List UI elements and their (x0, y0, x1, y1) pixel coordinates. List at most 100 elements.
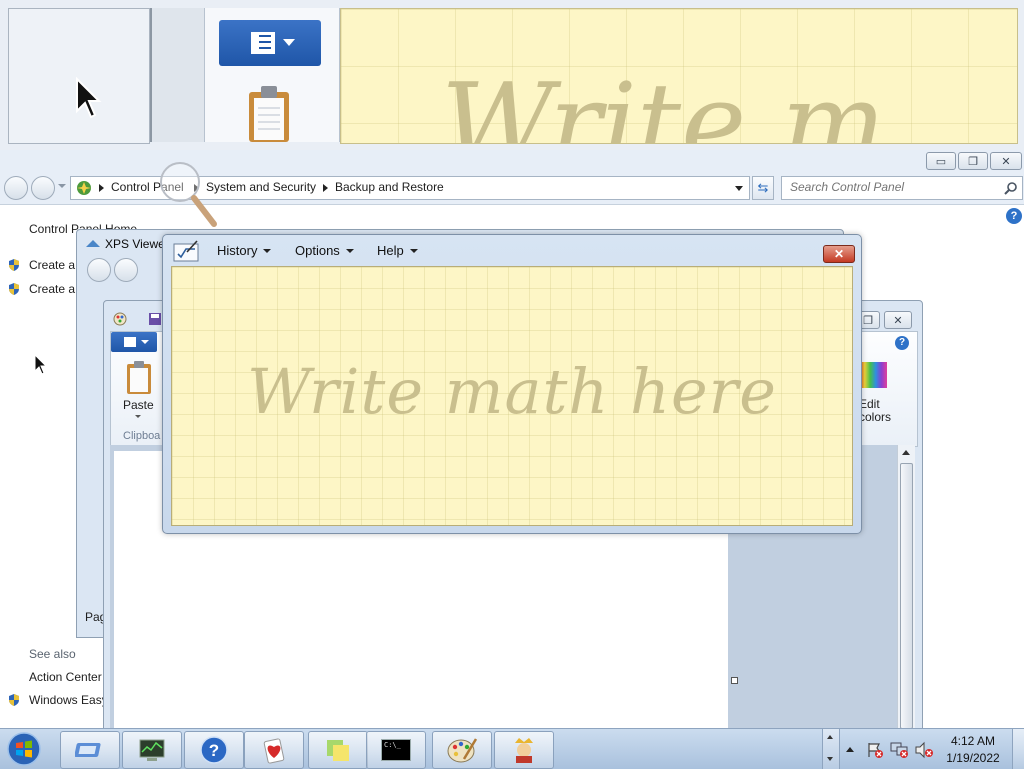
magnifier-left-pane (8, 8, 150, 144)
taskbar-remote-desktop[interactable] (60, 731, 120, 769)
save-icon[interactable] (148, 312, 162, 326)
history-menu-label: History (217, 243, 258, 258)
see-also-action-center[interactable]: Action Center (29, 670, 102, 684)
start-button[interactable] (4, 731, 44, 767)
canvas-resize-handle[interactable] (731, 677, 738, 684)
paint-close-button[interactable]: ✕ (884, 311, 912, 329)
see-also-windows-easy-transfer[interactable]: Windows Easy (29, 693, 108, 707)
help-menu[interactable]: Help (377, 243, 418, 258)
taskbar-command-prompt[interactable]: C:\_ (366, 731, 426, 769)
magnifier-ribbon (204, 8, 340, 142)
back-button[interactable] (4, 176, 28, 200)
magnifier-view: Write m (0, 0, 1024, 153)
network-disconnected-icon[interactable] (890, 741, 910, 759)
magnifier-lens-icon (160, 162, 217, 227)
sidebar-link-create-1[interactable]: Create a (29, 258, 75, 272)
paint-menu-button[interactable] (111, 332, 157, 352)
volume-muted-icon[interactable] (914, 741, 934, 759)
paint-help-icon[interactable]: ? (895, 336, 909, 350)
clipboard-icon (249, 86, 289, 142)
hearts-game-icon (263, 738, 285, 764)
taskbar-help[interactable]: ? (184, 731, 244, 769)
close-button[interactable]: ✕ (990, 152, 1022, 170)
paint-app-icon (113, 312, 127, 326)
write-math-placeholder: Write math here (247, 355, 777, 428)
help-menu-label: Help (377, 243, 404, 258)
math-input-panel-icon (173, 240, 199, 262)
sticky-notes-icon (327, 740, 349, 761)
forward-button[interactable] (31, 176, 55, 200)
taskbar-task-manager[interactable] (122, 731, 182, 769)
history-dropdown-icon (263, 249, 272, 253)
math-writing-pad[interactable]: Write math here (171, 266, 853, 526)
help-icon[interactable]: ? (1006, 208, 1022, 224)
help-and-support-icon: ? (200, 736, 228, 764)
remote-desktop-icon (75, 743, 101, 757)
taskbar-up-arrow-icon[interactable] (827, 735, 833, 739)
history-menu[interactable]: History (217, 243, 272, 258)
xps-back-button[interactable] (87, 258, 111, 282)
edit-colors-button-label[interactable]: Edit colors (859, 398, 893, 424)
mouse-cursor-icon (34, 354, 48, 375)
show-hidden-icons-icon[interactable] (846, 747, 854, 752)
command-prompt-icon: C:\_ (381, 739, 411, 761)
scroll-up-arrow-icon[interactable] (902, 450, 910, 455)
refresh-icon[interactable]: ⇆ (752, 176, 774, 200)
taskbar-down-arrow-icon[interactable] (827, 757, 833, 761)
task-manager-icon (139, 739, 165, 761)
magnifier-window-edge (150, 8, 206, 142)
maximize-button[interactable]: ❐ (958, 152, 988, 170)
search-box[interactable] (781, 176, 1023, 200)
recent-pages-chevron-icon[interactable] (58, 184, 66, 188)
cursor-icon (76, 77, 102, 119)
ease-of-access-icon (9, 694, 19, 706)
breadcrumb-backup-restore[interactable]: Backup and Restore (335, 180, 444, 194)
uac-shield-icon (9, 259, 19, 271)
sidebar-link-create-2[interactable]: Create a (29, 282, 75, 296)
clipboard-icon[interactable] (125, 360, 153, 394)
search-input[interactable] (782, 177, 1000, 197)
xps-viewer-icon (86, 240, 100, 247)
xps-forward-button[interactable] (114, 258, 138, 282)
taskbar: ? C:\_ 4:12 AM 1/19/2022 (0, 728, 1024, 769)
options-menu[interactable]: Options (295, 243, 354, 258)
taskbar-freecell[interactable] (494, 731, 554, 769)
taskbar-scroll-arrows[interactable] (822, 729, 840, 769)
taskbar-sticky-notes[interactable] (308, 731, 368, 769)
svg-text:?: ? (209, 741, 219, 760)
control-panel-titlebar[interactable]: ▭ ❐ ✕ (0, 150, 1024, 172)
clock-date[interactable]: 1/19/2022 (933, 751, 1013, 765)
minimize-button[interactable]: ▭ (926, 152, 956, 170)
paste-dropdown-icon[interactable] (135, 415, 141, 418)
paste-button-label[interactable]: Paste (123, 398, 154, 412)
magnifier-math-pad: Write m (340, 8, 1018, 144)
uac-shield-icon (9, 283, 19, 295)
breadcrumb-system-security[interactable]: System and Security (206, 180, 316, 194)
scrollbar-thumb[interactable] (900, 463, 913, 729)
help-dropdown-icon (409, 249, 418, 253)
search-icon[interactable] (1004, 181, 1018, 195)
options-dropdown-icon (345, 249, 354, 253)
paint-palette-icon (447, 738, 478, 763)
magnifier-placeholder-text: Write m (441, 59, 886, 144)
paint-vertical-scrollbar[interactable] (897, 445, 915, 729)
math-close-button[interactable]: ✕ (823, 245, 855, 263)
taskbar-paint[interactable] (432, 731, 492, 769)
taskbar-hearts[interactable] (244, 731, 304, 769)
edit-colors-icon[interactable] (859, 362, 887, 388)
options-menu-label: Options (295, 243, 340, 258)
clock-time[interactable]: 4:12 AM (933, 734, 1013, 748)
show-desktop-button[interactable] (1012, 729, 1024, 769)
freecell-king-icon (515, 738, 533, 763)
paint-menu-icon (219, 20, 321, 66)
address-dropdown-icon[interactable] (735, 186, 743, 191)
breadcrumb-separator-icon (99, 184, 104, 192)
address-bar-row: Control Panel System and Security Backup… (0, 172, 1024, 205)
breadcrumb-separator-icon[interactable] (323, 184, 328, 192)
control-panel-icon (77, 181, 91, 195)
math-input-panel-window: History Options Help ✕ Write math here (162, 234, 862, 534)
action-center-flag-icon[interactable] (866, 741, 884, 759)
clipboard-group-label: Clipboa (123, 430, 161, 442)
see-also-header: See also (29, 647, 76, 661)
xps-viewer-title: XPS Viewer (105, 237, 169, 251)
